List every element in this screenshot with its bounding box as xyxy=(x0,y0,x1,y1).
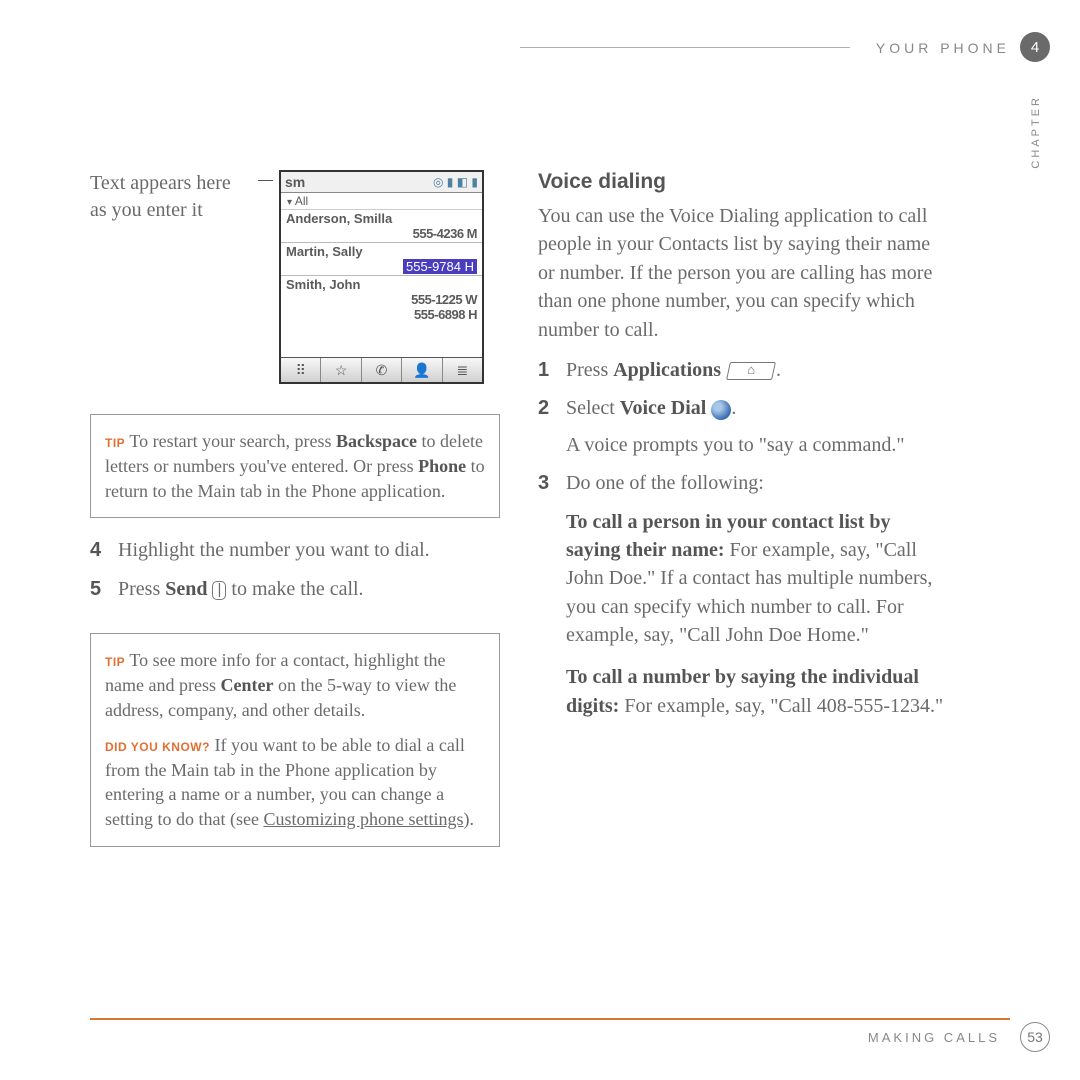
key-center: Center xyxy=(220,675,273,695)
step-number: 1 xyxy=(538,356,552,384)
phone-screenshot: sm ◎ ▮ ◧ ▮ All Anderson, Smilla 555-4236… xyxy=(279,170,484,384)
tip-box: TIP To restart your search, press Backsp… xyxy=(90,414,500,518)
tip-label: TIP xyxy=(105,436,125,450)
send-key-icon: | xyxy=(212,581,226,600)
search-text: sm xyxy=(285,174,305,190)
callout-leader-line xyxy=(258,180,273,181)
contact-name: Martin, Sally xyxy=(286,244,477,259)
header-rule xyxy=(520,47,850,48)
tab-favorites-icon: ☆ xyxy=(321,358,361,382)
contact-number-highlighted: 555-9784 H xyxy=(403,259,477,274)
tip-label: TIP xyxy=(105,655,125,669)
step-text: Do one of the following: xyxy=(566,469,764,497)
step-number: 2 xyxy=(538,394,552,459)
contact-name: Smith, John xyxy=(286,277,477,292)
tip-box: TIP To see more info for a contact, high… xyxy=(90,633,500,847)
status-icons: ◎ ▮ ◧ ▮ xyxy=(433,175,478,189)
filter-dropdown: All xyxy=(281,193,482,210)
contact-number: 555-6898 H xyxy=(286,307,477,322)
chapter-label: CHAPTER xyxy=(1030,95,1042,169)
key-applications: Applications xyxy=(613,359,721,381)
section-heading: Voice dialing xyxy=(538,170,948,194)
sub-text: For example, say, "Call 408-555-1234." xyxy=(619,695,943,717)
callout-text: Text appears here as you enter it xyxy=(90,170,252,224)
link-customizing-phone-settings[interactable]: Customizing phone settings xyxy=(263,809,463,829)
dyk-label: DID YOU KNOW? xyxy=(105,740,210,754)
tab-list-icon: ≣ xyxy=(443,358,482,382)
step-number: 3 xyxy=(538,469,552,497)
step-number: 5 xyxy=(90,575,104,603)
home-key-icon xyxy=(726,362,776,380)
chapter-number-badge: 4 xyxy=(1020,32,1050,62)
footer-rule xyxy=(90,1018,1010,1020)
step-text: Press xyxy=(566,359,613,381)
step-text: . xyxy=(776,359,781,381)
footer-section: MAKING CALLS xyxy=(868,1030,1000,1045)
voice-dial-icon xyxy=(711,400,731,420)
step-number: 4 xyxy=(90,536,104,564)
dyk-text: ). xyxy=(463,809,474,829)
key-phone: Phone xyxy=(418,456,466,476)
header-section: YOUR PHONE xyxy=(876,40,1010,56)
page-number: 53 xyxy=(1020,1022,1050,1052)
voice-prompt-text: A voice prompts you to "say a command." xyxy=(566,434,905,456)
tab-bar: ⠿ ☆ ✆ 👤 ≣ xyxy=(281,357,482,382)
tab-dialpad-icon: ⠿ xyxy=(281,358,321,382)
step-text: . xyxy=(731,397,736,419)
contact-number: 555-1225 W xyxy=(286,292,477,307)
step-text: Select xyxy=(566,397,620,419)
tip-text: To restart your search, press xyxy=(129,431,336,451)
key-backspace: Backspace xyxy=(336,431,417,451)
step-text: Press xyxy=(118,578,165,600)
tab-contacts-icon: 👤 xyxy=(402,358,442,382)
tab-call-icon: ✆ xyxy=(362,358,402,382)
intro-text: You can use the Voice Dialing applicatio… xyxy=(538,202,948,344)
key-send: Send xyxy=(165,578,207,600)
contact-name: Anderson, Smilla xyxy=(286,211,477,226)
step-text: Highlight the number you want to dial. xyxy=(118,536,430,564)
step-text: to make the call. xyxy=(231,578,363,600)
contact-number: 555-4236 M xyxy=(286,226,477,241)
app-voice-dial: Voice Dial xyxy=(620,397,706,419)
